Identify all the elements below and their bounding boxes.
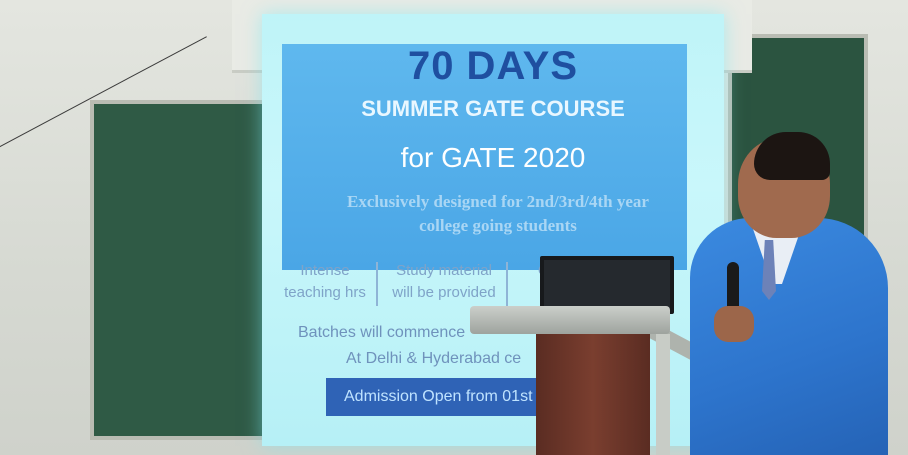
slide-gate: for GATE 2020	[400, 142, 586, 173]
presenter-hair	[754, 132, 830, 180]
slide-exclusive-line1: Exclusively designed for 2nd/3rd/4th yea…	[347, 192, 649, 211]
chalkboard-left	[90, 100, 280, 440]
podium-leg	[656, 334, 670, 455]
slide-days: 70 DAYS	[407, 44, 579, 88]
slide-centers: At Delhi & Hyderabad ce	[346, 350, 522, 367]
feature-material-line2: will be provided	[392, 284, 496, 301]
presenter-hand	[714, 306, 754, 342]
feature-divider	[376, 262, 378, 306]
microphone	[727, 262, 739, 308]
laptop-screen	[544, 260, 670, 308]
podium-body	[536, 334, 650, 455]
feature-teaching-line1: Intense	[300, 262, 350, 279]
projection-screen: 70 DAYS SUMMER GATE COURSE for GATE 2020…	[262, 14, 724, 446]
feature-teaching-line2: teaching hrs	[284, 284, 366, 301]
podium-top	[470, 306, 670, 334]
slide-exclusive-line2: college going students	[419, 216, 577, 235]
feature-divider	[506, 262, 508, 306]
slide-exclusive: Exclusively designed for 2nd/3rd/4th yea…	[292, 190, 704, 238]
slide-course: SUMMER GATE COURSE	[361, 96, 625, 121]
feature-material: Study material will be provided	[388, 260, 500, 304]
slide-batches: Batches will commence	[298, 324, 466, 341]
feature-teaching: Intense teaching hrs	[280, 260, 370, 304]
feature-material-line1: Study material	[396, 262, 492, 279]
